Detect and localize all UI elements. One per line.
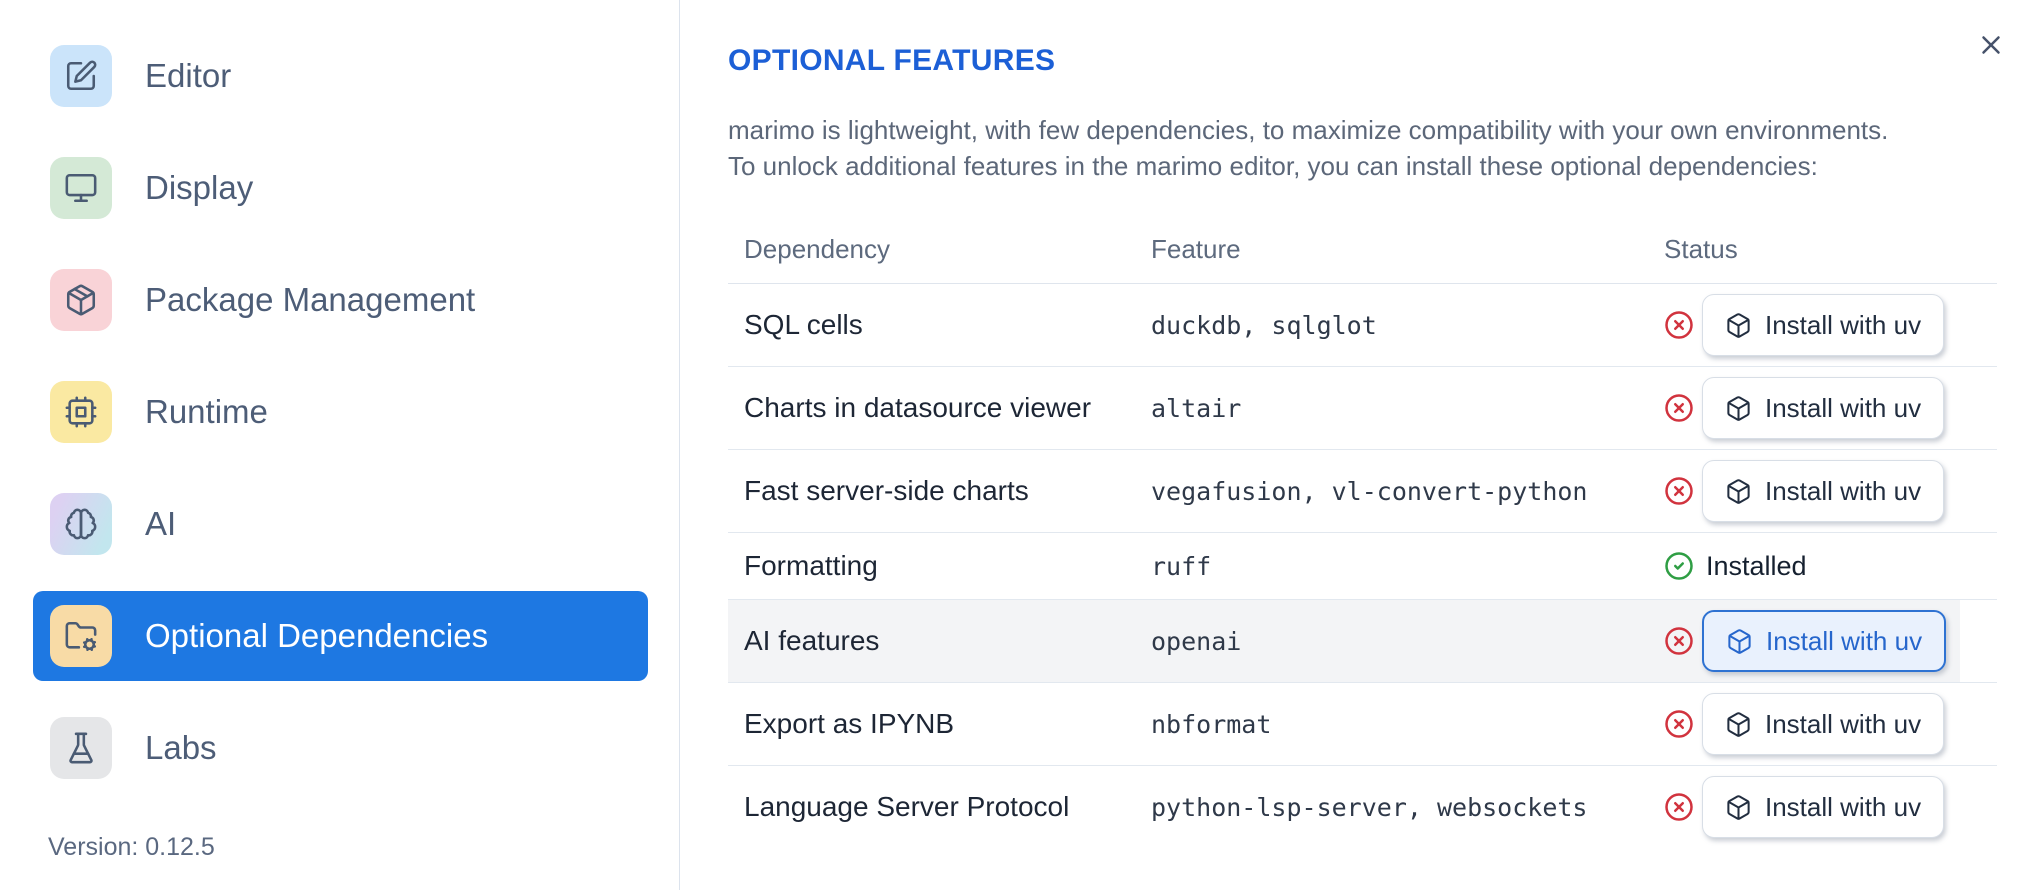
table-row-fast-server-side-charts: Fast server-side charts vegafusion, vl-c… (728, 450, 1997, 533)
table-row-ai-features: AI features openai Install with uv (728, 600, 1997, 683)
status-cell: Install with uv (1664, 377, 1997, 439)
circle-check-icon (1665, 552, 1693, 580)
feature-cell: ruff (1151, 551, 1212, 581)
action-label: Install with uv (1765, 708, 1922, 739)
installed-label: Installed (1706, 550, 1807, 581)
package-icon (66, 284, 96, 316)
sidebar-nav: Editor Display Package Management Runtim… (33, 31, 679, 793)
action-label: Install with uv (1765, 791, 1922, 822)
box-icon (1727, 478, 1750, 504)
panel-description: marimo is lightweight, with few dependen… (728, 112, 1888, 184)
feature-cell: altair (1151, 393, 1242, 423)
status-cell: Install with uv (1664, 294, 1997, 356)
circle-x-icon (1665, 394, 1693, 422)
install-button[interactable]: Install with uv (1702, 294, 1945, 356)
circle-x-icon (1665, 477, 1693, 505)
table-row-language-server-protocol: Language Server Protocol python-lsp-serv… (728, 766, 1997, 848)
dependency-cell: AI features (744, 625, 880, 656)
description-line-1: marimo is lightweight, with few dependen… (728, 115, 1889, 145)
box-icon (1727, 711, 1750, 737)
status-cell: Install with uv (1664, 460, 1997, 522)
square-pen-icon (66, 60, 97, 91)
icon-tile (50, 605, 112, 667)
folder-cog-icon (65, 621, 97, 652)
sidebar-item-label: Display (145, 169, 254, 206)
circle-x-icon (1665, 793, 1693, 821)
sidebar-item-labs[interactable]: Labs (33, 703, 648, 793)
install-button[interactable]: Install with uv (1702, 776, 1945, 838)
sidebar-item-display[interactable]: Display (33, 143, 648, 233)
box-icon (1727, 312, 1750, 338)
box-icon (1727, 395, 1750, 421)
action-label: Install with uv (1765, 475, 1922, 506)
sidebar-item-label: Editor (145, 57, 232, 94)
brain-icon (65, 508, 97, 540)
icon-tile (50, 45, 112, 107)
sidebar-item-optional-dependencies[interactable]: Optional Dependencies (33, 591, 648, 681)
icon-tile (50, 717, 112, 779)
table-header-row: Dependency Feature Status (728, 215, 1997, 284)
table-body: SQL cells duckdb, sqlglot Install with u… (728, 284, 1997, 848)
feature-cell: openai (1151, 626, 1242, 656)
dependency-cell: Export as IPYNB (744, 708, 955, 739)
sidebar-item-package-management[interactable]: Package Management (33, 255, 648, 345)
sidebar-item-label: Package Management (145, 281, 476, 318)
circle-x-icon (1665, 710, 1693, 738)
column-header-dependency: Dependency (744, 233, 890, 264)
table-row-export-as-ipynb: Export as IPYNB nbformat Install with uv (728, 683, 1997, 766)
sidebar-item-runtime[interactable]: Runtime (33, 367, 648, 457)
settings-dialog: Editor Display Package Management Runtim… (0, 0, 2042, 890)
close-button[interactable] (1974, 28, 2008, 62)
status-cell: Install with uv (1664, 776, 1997, 838)
optional-features-panel: OPTIONAL FEATURES marimo is lightweight,… (681, 0, 2042, 890)
column-header-feature: Feature (1151, 233, 1241, 264)
install-button[interactable]: Install with uv (1702, 377, 1945, 439)
install-button[interactable]: Install with uv (1702, 610, 1947, 672)
table-row-charts-in-datasource-viewer: Charts in datasource viewer altair Insta… (728, 367, 1997, 450)
sidebar-item-label: AI (145, 505, 177, 542)
dependency-cell: Language Server Protocol (744, 791, 1070, 822)
description-line-2: To unlock additional features in the mar… (728, 151, 1818, 181)
sidebar-item-editor[interactable]: Editor (33, 31, 648, 121)
panel-title: OPTIONAL FEATURES (728, 44, 1056, 77)
icon-tile (50, 269, 112, 331)
dependency-cell: Charts in datasource viewer (744, 392, 1092, 423)
table-row-formatting: Formatting ruff Installed (728, 533, 1997, 600)
feature-cell: nbformat (1151, 709, 1272, 739)
settings-sidebar: Editor Display Package Management Runtim… (0, 0, 680, 890)
feature-cell: vegafusion, vl-convert-python (1151, 476, 1588, 506)
sidebar-item-label: Runtime (145, 393, 268, 430)
icon-tile (50, 381, 112, 443)
status-cell: Installed (1664, 551, 1997, 582)
circle-x-icon (1665, 627, 1693, 655)
dependency-cell: Fast server-side charts (744, 475, 1029, 506)
column-header-status: Status (1664, 233, 1738, 264)
action-label: Install with uv (1765, 392, 1922, 423)
status-cell: Install with uv (1664, 693, 1997, 755)
feature-cell: python-lsp-server, websockets (1151, 792, 1588, 822)
dependency-cell: Formatting (744, 550, 878, 581)
dependency-cell: SQL cells (744, 309, 863, 340)
version-label: Version: 0.12.5 (48, 833, 215, 861)
install-button[interactable]: Install with uv (1702, 460, 1945, 522)
sidebar-item-ai[interactable]: AI (33, 479, 648, 569)
sidebar-item-label: Optional Dependencies (145, 617, 489, 654)
status-cell: Install with uv (1664, 610, 1997, 672)
action-label: Install with uv (1766, 625, 1923, 656)
flask-icon (69, 732, 93, 764)
box-icon (1728, 628, 1751, 654)
table-row-sql-cells: SQL cells duckdb, sqlglot Install with u… (728, 284, 1997, 367)
icon-tile (50, 157, 112, 219)
circle-x-icon (1665, 311, 1693, 339)
sidebar-item-label: Labs (145, 729, 217, 766)
dependencies-table: Dependency Feature Status SQL cells duck… (728, 215, 1997, 848)
icon-tile (50, 493, 112, 555)
close-icon (1982, 36, 2000, 54)
cpu-icon (65, 396, 97, 428)
box-icon (1727, 794, 1750, 820)
feature-cell: duckdb, sqlglot (1151, 310, 1377, 340)
action-label: Install with uv (1765, 309, 1922, 340)
monitor-icon (65, 173, 97, 203)
install-button[interactable]: Install with uv (1702, 693, 1945, 755)
